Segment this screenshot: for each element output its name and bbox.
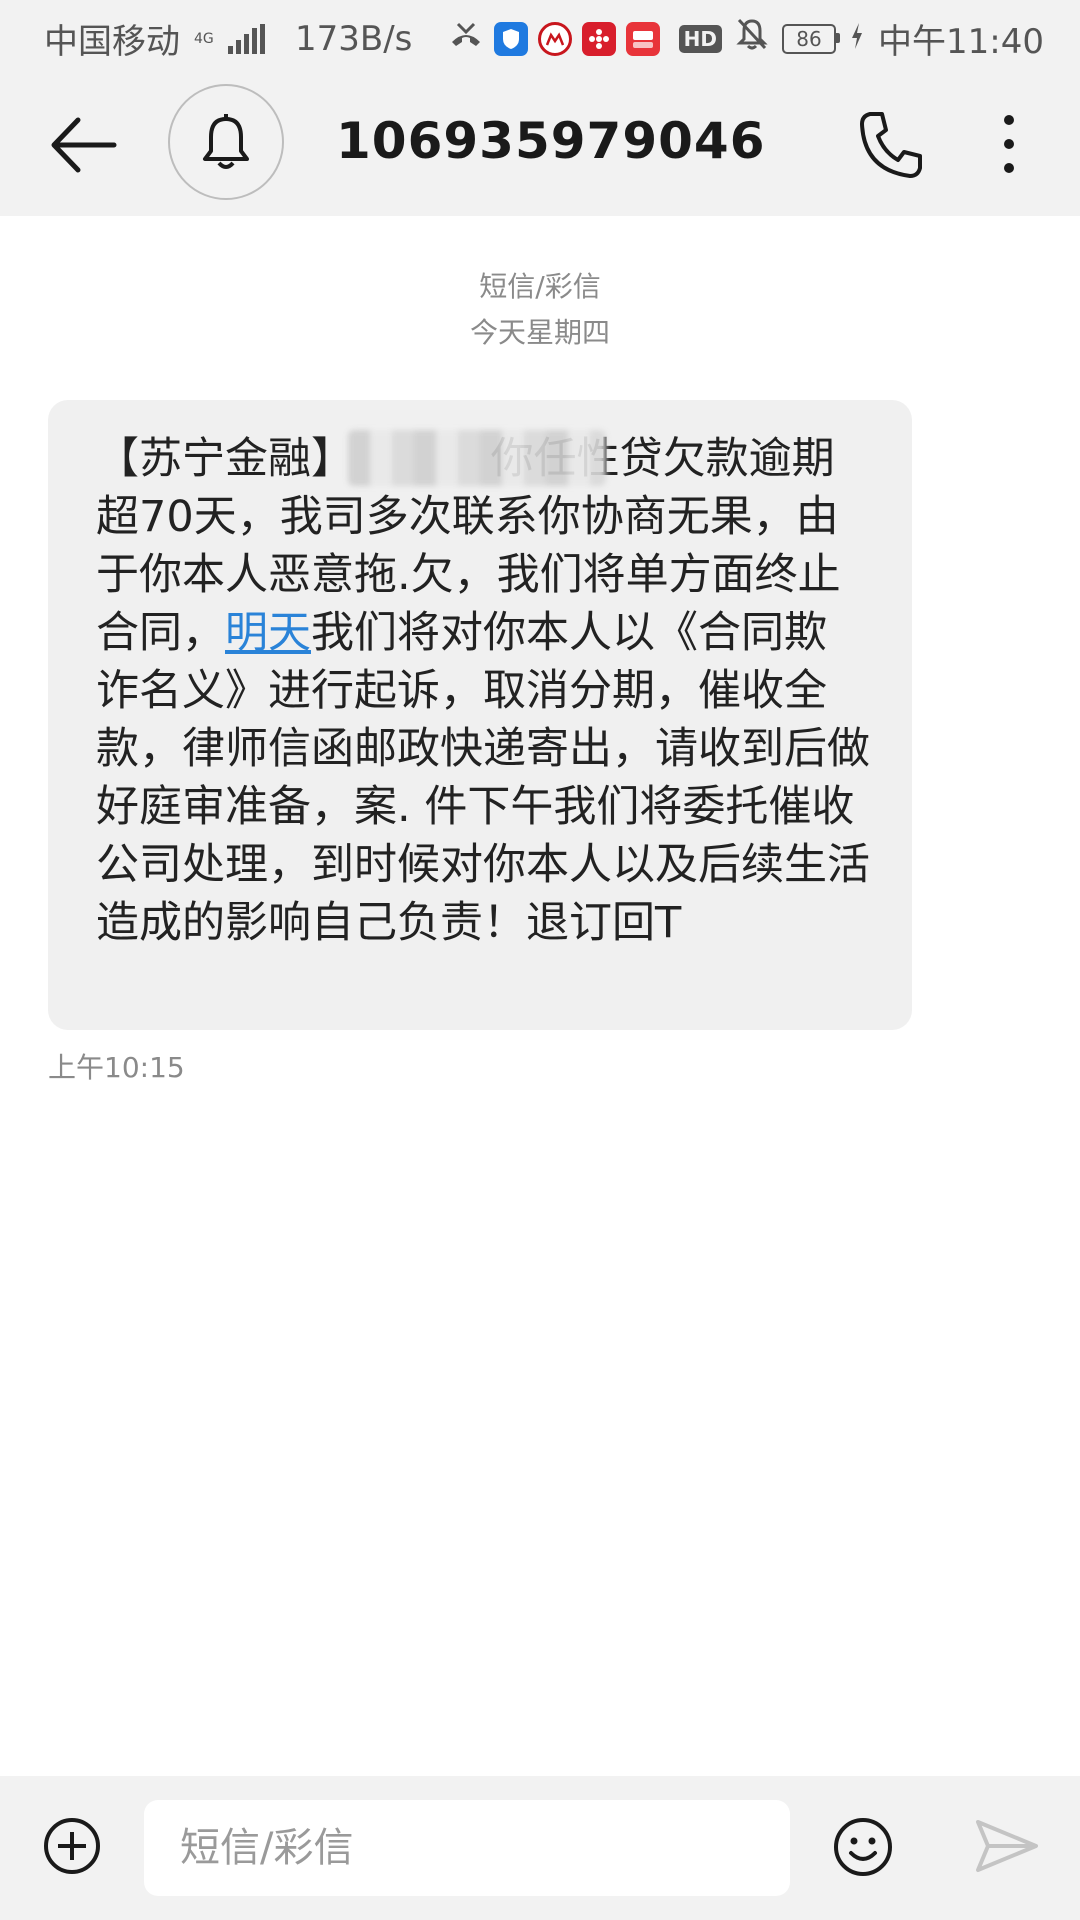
battery-icon: 86 <box>782 23 841 54</box>
status-left: 中国移动 4G 173B/s ··· <box>44 14 709 63</box>
missed-call-icon <box>448 19 484 59</box>
flower-app-icon <box>582 21 617 56</box>
redacted-area <box>348 430 606 486</box>
date-link[interactable]: 明天 <box>225 608 311 658</box>
signal-icon <box>228 23 265 54</box>
channel-label: 短信/彩信 <box>479 270 601 303</box>
status-right: HD 86 中午11:40 <box>678 14 1044 63</box>
status-bar: 中国移动 4G 173B/s ··· HD 86 <box>0 0 1080 72</box>
carrier-label: 中国移动 <box>44 22 180 62</box>
back-button[interactable] <box>44 110 120 180</box>
message-input[interactable] <box>144 1800 790 1896</box>
message-text: 【苏宁金融】 你任性贷欠款逾期超70天，我司多次联系你协商无果，由于你本人恶意拖… <box>96 430 872 952</box>
shield-app-icon <box>494 21 529 56</box>
network-speed: 173B/s <box>295 18 413 59</box>
composer-bar <box>0 1776 1080 1920</box>
day-label: 今天星期四 <box>469 316 610 349</box>
conversation-header: 106935979046 <box>0 72 1080 216</box>
back-arrow-icon <box>51 117 117 173</box>
pay-app-icon <box>626 21 661 56</box>
message-bubble[interactable]: 【苏宁金融】 你任性贷欠款逾期超70天，我司多次联系你协商无果，由于你本人恶意拖… <box>48 400 912 1030</box>
mute-icon <box>736 17 768 60</box>
add-attachment-button[interactable] <box>42 1816 102 1876</box>
contact-number: 106935979046 <box>336 112 766 170</box>
emoji-button[interactable] <box>832 1816 894 1878</box>
message-text-part-2: 我们将对你本人以《合同欺 诈名义》进行起诉，取消分期，催收全款，律师信函邮政快递… <box>96 608 870 948</box>
bell-icon <box>203 114 249 169</box>
conversation-meta: 短信/彩信 今天星期四 <box>0 264 1080 356</box>
contact-avatar[interactable] <box>168 84 284 200</box>
smiley-icon <box>834 1818 892 1876</box>
plus-circle-icon <box>44 1818 100 1874</box>
phone-icon <box>860 112 922 178</box>
more-options-button[interactable] <box>994 108 1024 180</box>
bank-app-icon <box>538 21 573 56</box>
send-button[interactable] <box>974 1818 1040 1874</box>
network-type: 4G <box>194 30 214 47</box>
battery-level: 86 <box>796 26 822 51</box>
hd-badge: HD <box>678 24 723 53</box>
clock: 中午11:40 <box>878 22 1044 62</box>
message-timestamp: 上午10:15 <box>48 1051 185 1084</box>
charging-icon <box>850 19 864 59</box>
more-vertical-icon <box>1004 115 1014 173</box>
send-icon <box>976 1820 1038 1872</box>
call-button[interactable] <box>856 108 924 180</box>
